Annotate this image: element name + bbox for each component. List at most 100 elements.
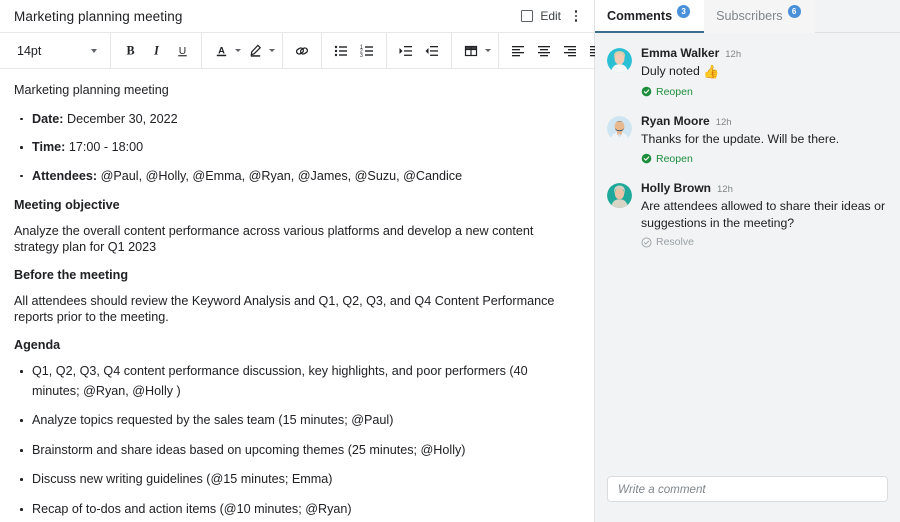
edit-checkbox[interactable] — [521, 10, 534, 22]
reopen-button[interactable]: Reopen — [641, 86, 693, 98]
comment-timestamp: 12h — [717, 184, 733, 196]
avatar — [607, 183, 632, 209]
list-item: Q1, Q2, Q3, Q4 content performance discu… — [14, 362, 564, 401]
tab-subscribers[interactable]: Subscribers 6 — [704, 0, 815, 33]
avatar — [607, 48, 632, 73]
list-item: Time: 17:00 - 18:00 — [14, 138, 564, 158]
toolbar-group-color: A — [202, 33, 283, 68]
list-item: Attendees: @Paul, @Holly, @Emma, @Ryan, … — [14, 167, 564, 187]
check-circle-icon — [641, 153, 652, 164]
section-heading-before: Before the meeting — [14, 267, 129, 282]
chevron-down-icon — [269, 49, 275, 52]
subscribers-count-badge: 6 — [787, 5, 801, 18]
comment-item[interactable]: Holly Brown 12h Are attendees allowed to… — [603, 177, 892, 261]
comment-author: Emma Walker — [641, 46, 720, 60]
list-item: Discuss new writing guidelines (@15 minu… — [14, 470, 564, 490]
section-heading-objective: Meeting objective — [14, 198, 120, 213]
tab-comments-label: Comments — [607, 8, 673, 23]
align-right-icon[interactable] — [558, 39, 582, 63]
italic-icon[interactable]: I — [144, 39, 168, 63]
comment-text: Are attendees allowed to share their ide… — [641, 199, 886, 230]
align-center-icon[interactable] — [532, 39, 556, 63]
formatting-toolbar: 14pt B I U A 1 2 3 — [0, 33, 641, 69]
comment-text-content: Duly noted — [641, 64, 704, 78]
reopen-button[interactable]: Reopen — [641, 153, 693, 165]
toolbar-group-table — [452, 33, 499, 68]
bold-icon[interactable]: B — [118, 39, 142, 63]
comment-composer[interactable] — [607, 476, 888, 502]
comment-body: Holly Brown 12h Are attendees allowed to… — [641, 181, 888, 253]
meta-label: Attendees: — [32, 168, 98, 183]
comments-count-badge: 3 — [677, 5, 691, 18]
doc-meta-list: Date: December 30, 2022 Time: 17:00 - 18… — [14, 110, 572, 187]
align-left-icon[interactable] — [506, 39, 530, 63]
sidebar-tabs: Comments 3 Subscribers 6 — [595, 0, 900, 33]
avatar — [607, 116, 632, 142]
check-circle-outline-icon — [641, 237, 652, 248]
text-color-button[interactable]: A — [209, 39, 241, 63]
comment-body: Ryan Moore 12h Thanks for the update. Wi… — [641, 114, 888, 169]
doc-title-line: Marketing planning meeting — [14, 83, 169, 97]
svg-text:3: 3 — [360, 53, 363, 59]
decrease-indent-icon[interactable] — [420, 39, 444, 63]
svg-text:A: A — [218, 45, 225, 55]
comment-input[interactable] — [618, 482, 877, 496]
toolbar-group-fontsize: 14pt — [0, 33, 111, 68]
comment-text: Thanks for the update. Will be there. — [641, 132, 840, 147]
comment-header: Emma Walker 12h — [641, 46, 888, 60]
tab-comments[interactable]: Comments 3 — [595, 0, 705, 33]
chevron-down-icon — [91, 48, 97, 53]
toolbar-group-lists: 123 — [322, 33, 387, 68]
tabs-filler — [814, 0, 900, 33]
reopen-label: Reopen — [656, 85, 693, 98]
comment-text: Duly noted 👍 — [641, 63, 888, 81]
section-text-objective: Analyze the overall content performance … — [14, 223, 534, 255]
insert-table-button[interactable] — [459, 39, 491, 63]
meta-label: Time: — [32, 140, 66, 155]
svg-text:I: I — [153, 44, 160, 58]
resolve-label: Resolve — [656, 236, 694, 249]
chevron-down-icon — [485, 49, 491, 52]
document-pane: Marketing planning meeting Edit 14pt B I… — [0, 0, 641, 522]
numbered-list-icon[interactable]: 123 — [355, 39, 379, 63]
kebab-menu-icon[interactable] — [568, 7, 584, 25]
table-icon[interactable] — [459, 39, 483, 63]
document-body[interactable]: Marketing planning meeting Date: Decembe… — [0, 69, 594, 522]
comment-timestamp: 12h — [715, 117, 732, 129]
underline-icon[interactable]: U — [170, 39, 194, 63]
meta-label: Date: — [32, 111, 64, 126]
comment-author: Ryan Moore — [641, 114, 710, 129]
font-size-select[interactable]: 14pt — [7, 38, 103, 64]
list-item: Date: December 30, 2022 — [14, 110, 564, 130]
check-circle-icon — [641, 86, 652, 97]
text-color-icon[interactable]: A — [209, 39, 233, 63]
toolbar-group-link — [283, 33, 322, 68]
meta-value: 17:00 - 18:00 — [68, 140, 144, 155]
highlight-icon[interactable] — [243, 39, 267, 63]
meta-value: December 30, 2022 — [67, 111, 178, 126]
highlight-color-button[interactable] — [243, 39, 275, 63]
resolve-button[interactable]: Resolve — [641, 236, 694, 248]
insert-link-icon[interactable] — [290, 39, 314, 63]
comment-author: Holly Brown — [641, 181, 712, 196]
comment-header: Ryan Moore 12h — [641, 114, 888, 128]
edit-label[interactable]: Edit — [540, 9, 561, 23]
thumbs-up-emoji: 👍 — [703, 64, 720, 79]
comment-item[interactable]: Ryan Moore 12h Thanks for the update. Wi… — [603, 110, 892, 177]
section-heading-agenda: Agenda — [14, 337, 61, 352]
reopen-label: Reopen — [656, 152, 693, 165]
bulleted-list-icon[interactable] — [329, 39, 353, 63]
section-text-before: All attendees should review the Keyword … — [14, 293, 555, 325]
chevron-down-icon — [235, 49, 241, 52]
svg-text:B: B — [126, 44, 134, 58]
comment-header: Holly Brown 12h — [641, 181, 888, 195]
agenda-list: Q1, Q2, Q3, Q4 content performance discu… — [14, 362, 572, 519]
header-actions: Edit — [521, 7, 584, 25]
comment-composer-wrap — [595, 476, 900, 522]
toolbar-group-textstyle: B I U — [111, 33, 202, 68]
svg-text:U: U — [178, 46, 185, 57]
comment-item[interactable]: Emma Walker 12h Duly noted 👍 Reopen — [603, 42, 892, 110]
list-item: Analyze topics requested by the sales te… — [14, 411, 564, 431]
page-title: Marketing planning meeting — [14, 8, 183, 24]
increase-indent-icon[interactable] — [394, 39, 418, 63]
